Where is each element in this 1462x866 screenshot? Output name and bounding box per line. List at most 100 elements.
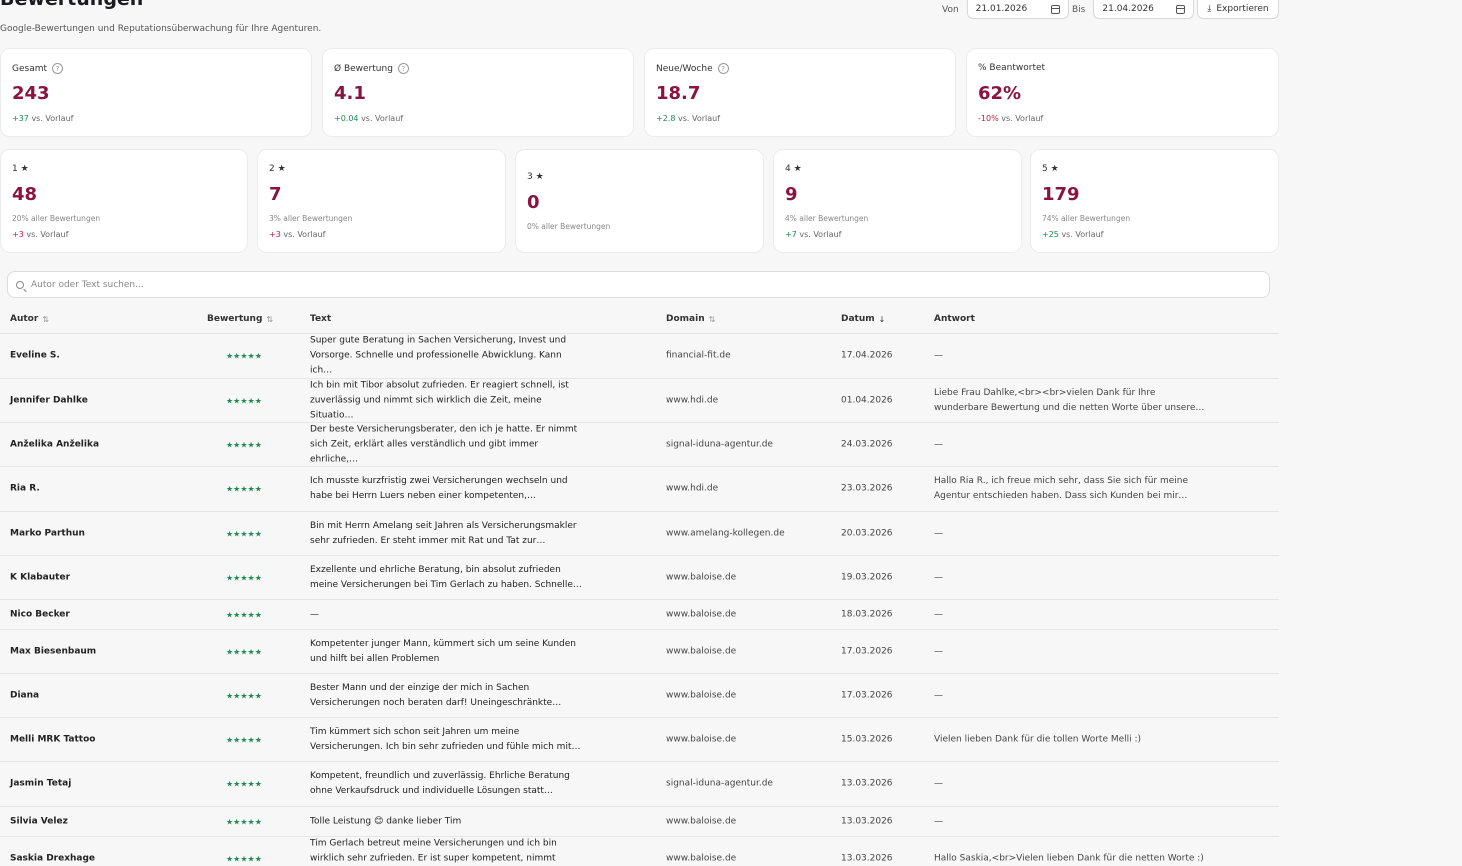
kpi-value: 4.1 (334, 83, 366, 104)
answer-cell: — (934, 350, 943, 361)
date-cell: 20.03.2026 (841, 528, 893, 538)
sort-icon: ⇅ (42, 314, 49, 324)
star-label: 4 ★ (785, 164, 802, 174)
sort-icon: ⇅ (266, 314, 274, 324)
column-author[interactable]: Autor ⇅ (10, 314, 49, 324)
review-text: Tim kümmert sich schon seit Jahren um me… (310, 726, 581, 752)
author-cell: Melli MRK Tattoo (10, 734, 96, 744)
rating-stars: ★★★★★ (226, 854, 262, 863)
table-row[interactable]: Saskia Drexhage ★★★★★ Tim Gerlach betreut … (0, 837, 1279, 866)
delta-suffix: vs. Vorlauf (677, 114, 721, 123)
review-text: — (310, 609, 319, 619)
review-text: Super gute Beratung in Sachen Versicheru… (310, 335, 567, 376)
table-row[interactable]: Silvia Velez ★★★★★ Tolle Leistung 😊 danke … (0, 807, 1279, 837)
answer-cell: Liebe Frau Dahlke,<br><br>vielen Dank fü… (934, 387, 1205, 413)
date-cell: 13.03.2026 (841, 816, 893, 826)
review-text: Bester Mann und der einzige der mich in … (310, 682, 562, 708)
delta-suffix: vs. Vorlauf (1001, 114, 1044, 123)
answer-cell: — (934, 778, 943, 789)
review-text: Tim Gerlach betreut meine Versicherungen… (310, 838, 557, 863)
review-text: Kompetenter junger Mann, kümmert sich um… (310, 638, 576, 664)
table-row[interactable]: Eveline S. ★★★★★ Super gute Beratung in Sa… (0, 334, 1279, 379)
delta-value: +37 (12, 114, 29, 123)
page-title: Bewertungen (0, 0, 143, 10)
export-button[interactable]: ⤓ Exportieren (1197, 0, 1279, 19)
domain-cell: signal-iduna-agentur.de (666, 439, 773, 449)
rating-stars: ★★★★★ (226, 484, 262, 494)
review-text: Der beste Versicherungsberater, den ich … (310, 424, 578, 464)
rating-stars: ★★★★★ (226, 610, 262, 619)
domain-cell: financial-fit.de (666, 350, 731, 361)
rating-stars: ★★★★★ (226, 691, 262, 700)
star-card-2: 2 ★ 7 3% aller Bewertungen +3 vs. Vorlau… (257, 149, 506, 253)
review-text: Kompetent, freundlich und zuverlässig. E… (310, 771, 570, 796)
download-icon: ⤓ (1207, 4, 1212, 14)
table-row[interactable]: Max Biesenbaum ★★★★★ Kompetenter junger Ma… (0, 630, 1279, 674)
author-cell: Eveline S. (10, 350, 60, 361)
kpi-value: 62% (978, 83, 1022, 104)
to-date-picker[interactable]: 21.04.2026 (1093, 0, 1195, 19)
table-row[interactable]: Jasmin Tetaj ★★★★★ Kompetent, freundlich u… (0, 762, 1279, 807)
date-cell: 13.03.2026 (841, 853, 893, 863)
from-date-picker[interactable]: 21.01.2026 (966, 0, 1069, 19)
table-row[interactable]: Melli MRK Tattoo ★★★★★ Tim kümmert sich sc… (0, 718, 1279, 762)
star-share: 4% aller Bewertungen (785, 214, 869, 223)
sort-icon: ⇅ (708, 314, 716, 324)
table-row[interactable]: Ria R. ★★★★★ Ich musste kurzfristig zwei V… (0, 467, 1279, 512)
kpi-value: 18.7 (656, 83, 701, 104)
table-row[interactable]: Anželika Anželika ★★★★★ Der beste Versiche… (0, 423, 1279, 467)
sort-desc-icon: ↓ (878, 314, 886, 324)
search-input[interactable] (31, 279, 631, 290)
date-cell: 23.03.2026 (841, 483, 893, 494)
author-cell: Saskia Drexhage (10, 853, 96, 863)
table-row[interactable]: Diana ★★★★★ Bester Mann und der einzige de… (0, 674, 1279, 718)
help-icon[interactable]: ? (717, 63, 729, 74)
column-rating[interactable]: Bewertung ⇅ (207, 314, 273, 324)
table-body: Eveline S. ★★★★★ Super gute Beratung in Sa… (0, 334, 1279, 866)
domain-cell: signal-iduna-agentur.de (666, 778, 773, 789)
date-cell: 17.03.2026 (841, 646, 893, 656)
reviews-page: Bewertungen Google-Bewertungen und Reput… (0, 0, 1462, 866)
column-date[interactable]: Datum ↓ (841, 314, 885, 324)
table-row[interactable]: K Klabauter ★★★★★ Exzellente und ehrliche … (0, 556, 1279, 600)
answer-cell: — (934, 439, 943, 449)
review-text: Tolle Leistung 😊 danke lieber Tim (310, 816, 462, 826)
delta-suffix: vs. Vorlauf (283, 230, 326, 239)
star-delta: +3 vs. Vorlauf (269, 230, 325, 239)
date-cell: 17.03.2026 (841, 690, 893, 700)
answer-cell: — (934, 690, 943, 700)
star-delta: +3 vs. Vorlauf (12, 230, 68, 239)
delta-value: +2.8 (656, 114, 676, 123)
from-label: Von (942, 4, 959, 15)
answer-cell: Hallo Saskia,<br>Vielen lieben Dank für … (934, 853, 1204, 863)
rating-stars: ★★★★★ (226, 529, 262, 538)
star-share: 0% aller Bewertungen (527, 222, 611, 231)
date-cell: 18.03.2026 (841, 609, 893, 619)
help-icon[interactable]: ? (397, 63, 409, 74)
date-cell: 24.03.2026 (841, 439, 893, 449)
domain-cell: www.baloise.de (666, 816, 737, 826)
delta-value: -10% (978, 114, 999, 123)
author-cell: Diana (10, 690, 40, 700)
table-row[interactable]: Jennifer Dahlke ★★★★★ Ich bin mit Tibor ab… (0, 379, 1279, 423)
author-cell: Max Biesenbaum (10, 646, 97, 656)
reviews-table: Autor ⇅ Bewertung ⇅ Text Domain ⇅ Datum ↓ An… (0, 305, 1279, 866)
kpi-label: % Beantwortet (978, 63, 1046, 73)
kpi-delta: +0.04 vs. Vorlauf (334, 114, 403, 123)
answer-cell: — (934, 646, 943, 656)
table-row[interactable]: Marko Parthun ★★★★★ Bin mit Herrn Amelang … (0, 512, 1279, 556)
help-icon[interactable]: ? (52, 63, 64, 74)
column-label: Text (310, 314, 332, 324)
domain-cell: www.amelang-kollegen.de (666, 528, 785, 538)
star-delta: +25 vs. Vorlauf (1042, 230, 1103, 239)
answer-cell: — (934, 816, 943, 826)
answer-cell: Hallo Ria R., ich freue mich sehr, dass … (934, 476, 1189, 501)
from-date-group: Von 21.01.2026 (942, 0, 1069, 19)
star-value: 7 (269, 184, 282, 205)
search-bar[interactable] (7, 271, 1270, 298)
date-cell: 13.03.2026 (841, 778, 893, 789)
answer-cell: Vielen lieben Dank für die tollen Worte … (934, 734, 1142, 744)
date-cell: 15.03.2026 (841, 734, 893, 744)
column-domain[interactable]: Domain ⇅ (666, 314, 715, 324)
table-row[interactable]: Nico Becker ★★★★★ — www.baloise.de 18.03.202… (0, 600, 1279, 630)
